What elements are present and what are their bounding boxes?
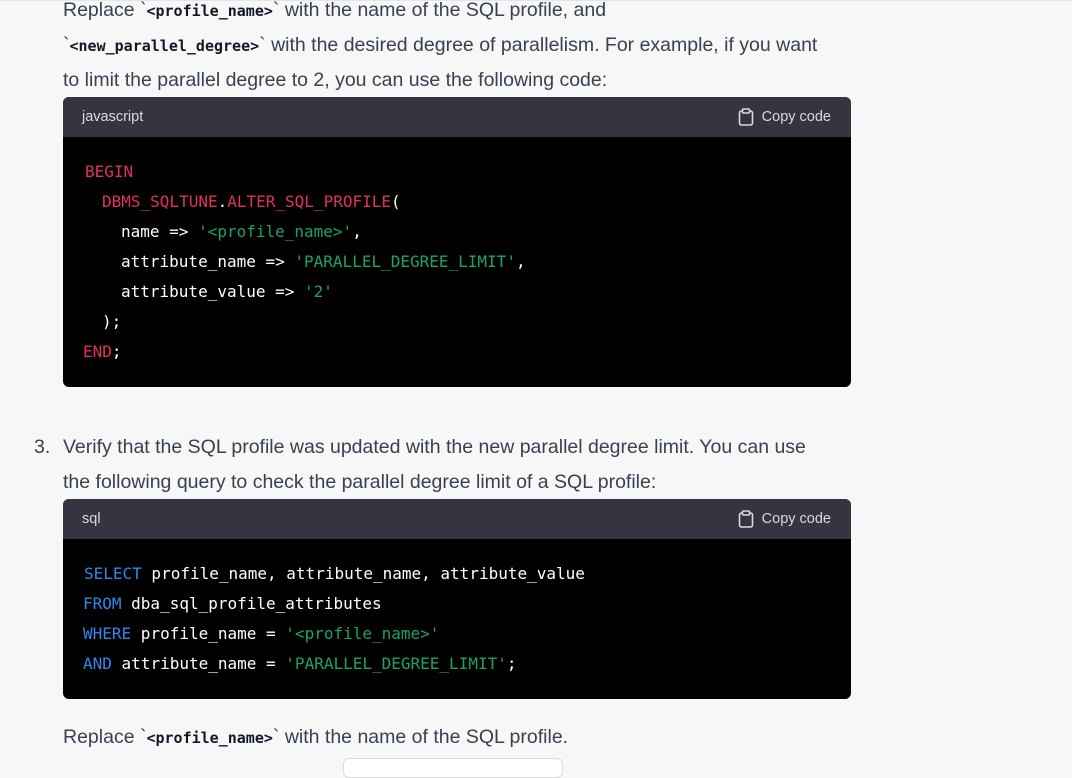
regenerate-button[interactable] [343,758,563,778]
code-block: javascript Copy code BEGIN DBMS_SQLTUNE.A… [63,97,851,387]
code-line: name => '<profile_name>', [121,222,362,241]
paragraph-line: to limit the parallel degree to 2, you c… [63,69,608,91]
code-content[interactable]: SELECT profile_name, attribute_name, att… [63,539,851,679]
inline-code: <new_parallel_degree> [69,37,260,55]
code-line: AND attribute_name = 'PARALLEL_DEGREE_LI… [83,654,517,673]
code-line: ); [102,312,122,331]
clipboard-icon [738,510,753,528]
code-line: END; [83,342,122,361]
code-line: BEGIN [85,162,134,181]
code-header: sql Copy code [63,499,851,539]
paragraph-line: Replace `<profile_name>` with the name o… [63,0,607,21]
copy-code-button[interactable]: Copy code [738,510,831,528]
copy-code-label: Copy code [761,511,831,527]
code-line: attribute_name => 'PARALLEL_DEGREE_LIMIT… [121,252,526,271]
list-number: 3. [34,436,51,458]
code-line: attribute_value => '2' [121,282,333,301]
code-content[interactable]: BEGIN DBMS_SQLTUNE.ALTER_SQL_PROFILE(name… [63,137,851,367]
copy-code-label: Copy code [761,109,831,125]
copy-code-button[interactable]: Copy code [738,108,831,126]
inline-code: <profile_name> [146,729,273,747]
paragraph-line: the following query to check the paralle… [63,471,657,493]
clipboard-icon [738,108,753,126]
code-header: javascript Copy code [63,97,851,137]
code-language-label: javascript [82,109,144,125]
paragraph-line: Verify that the SQL profile was updated … [63,436,806,458]
paragraph-line: `<new_parallel_degree>` with the desired… [63,34,818,56]
code-line: SELECT profile_name, attribute_name, att… [84,564,585,583]
code-line: WHERE profile_name = '<profile_name>' [83,624,440,643]
code-line: DBMS_SQLTUNE.ALTER_SQL_PROFILE( [102,192,401,211]
code-block: sql Copy code SELECT profile_name, attri… [63,499,851,699]
code-language-label: sql [82,511,101,527]
code-line: FROM dba_sql_profile_attributes [83,594,382,613]
paragraph-line: Replace `<profile_name>` with the name o… [63,726,569,748]
inline-code: <profile_name> [146,2,273,20]
